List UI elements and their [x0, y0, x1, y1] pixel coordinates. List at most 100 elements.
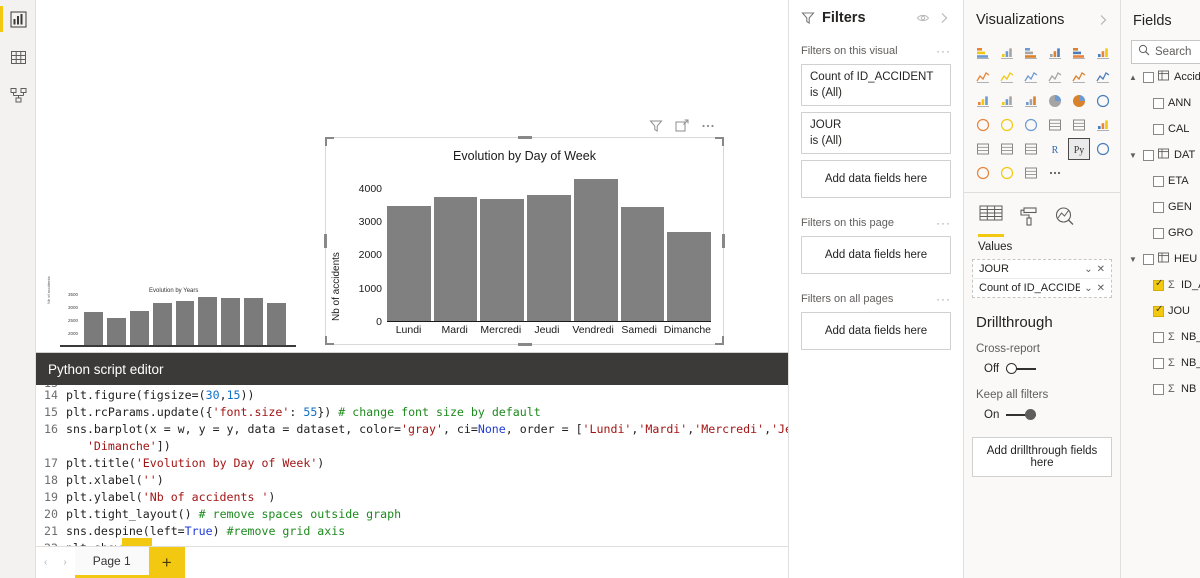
treemap-icon[interactable] [1092, 90, 1114, 112]
filter-dropzone[interactable]: Add data fields here [801, 312, 951, 350]
field-row[interactable]: ▼HEU [1121, 246, 1200, 272]
field-checkbox[interactable] [1153, 384, 1164, 395]
field-checkbox[interactable] [1153, 98, 1164, 109]
matrix-icon[interactable] [1020, 138, 1042, 160]
filter-dropzone[interactable]: Add data fields here [801, 160, 951, 198]
tab-values[interactable] [978, 203, 1004, 237]
resize-handle-left[interactable] [324, 234, 327, 248]
field-checkbox[interactable] [1153, 176, 1164, 187]
stacked-bar-chart-icon[interactable] [972, 42, 994, 64]
field-row[interactable]: ▼CAL [1121, 116, 1200, 142]
bar-samedi[interactable] [621, 207, 665, 321]
bar-vendredi[interactable] [574, 179, 618, 321]
gauge-icon[interactable] [1020, 114, 1042, 136]
chevron-down-icon[interactable]: ⌄ [1084, 264, 1092, 275]
expand-pane-icon[interactable] [1096, 13, 1110, 27]
prev-page-arrow[interactable]: ‹ [40, 557, 51, 568]
stacked-column-chart-icon[interactable] [996, 42, 1018, 64]
stacked-area-chart-icon[interactable] [1020, 66, 1042, 88]
python-visual-container[interactable]: Evolution by Day of Week Nb of accidents… [325, 137, 724, 345]
resize-handle-bottom-left[interactable] [325, 336, 334, 345]
bar-mercredi[interactable] [480, 199, 524, 322]
line-stacked-column-chart-icon[interactable] [1044, 66, 1066, 88]
scatter-chart-icon[interactable] [1020, 90, 1042, 112]
clustered-bar-chart-icon[interactable] [1020, 42, 1042, 64]
tab-format[interactable] [1018, 206, 1040, 237]
remove-field-icon[interactable]: ✕ [1097, 283, 1105, 294]
field-checkbox[interactable] [1143, 254, 1154, 265]
values-well-field[interactable]: Count of ID_ACCIDENT⌄✕ [973, 279, 1111, 297]
line-clustered-column-chart-icon[interactable] [1068, 66, 1090, 88]
field-checkbox[interactable] [1153, 358, 1164, 369]
chevron-down-icon[interactable]: ⌄ [1084, 283, 1092, 294]
field-row[interactable]: ▼DAT [1121, 142, 1200, 168]
chevron-down-icon[interactable]: ▼ [1129, 151, 1139, 160]
multi-row-card-icon[interactable] [1068, 114, 1090, 136]
resize-handle-top[interactable] [518, 136, 532, 139]
paginated-report-icon[interactable] [1020, 162, 1042, 184]
field-row[interactable]: ▼JOU [1121, 298, 1200, 324]
field-row[interactable]: ▼GEN [1121, 194, 1200, 220]
100-stacked-column-chart-icon[interactable] [1092, 42, 1114, 64]
field-checkbox[interactable] [1143, 150, 1154, 161]
field-checkbox[interactable] [1153, 228, 1164, 239]
ribbon-chart-icon[interactable] [1092, 66, 1114, 88]
bar-mardi[interactable] [434, 197, 478, 321]
filter-icon[interactable] [648, 118, 664, 134]
tab-analytics[interactable] [1054, 206, 1076, 237]
field-row[interactable]: ▼ΣNB_ [1121, 350, 1200, 376]
field-row[interactable]: ▼GRO [1121, 220, 1200, 246]
search-input[interactable]: Search [1131, 40, 1200, 64]
field-row[interactable]: ▼ΣID_A [1121, 272, 1200, 298]
values-well-field[interactable]: JOUR⌄✕ [973, 260, 1111, 279]
r-script-visual-icon[interactable]: R [1044, 138, 1066, 160]
field-checkbox[interactable] [1143, 72, 1154, 83]
key-influencers-icon[interactable] [1092, 138, 1114, 160]
field-row[interactable]: ▼ΣNB [1121, 376, 1200, 402]
filter-card[interactable]: Count of ID_ACCIDENTis (All) [801, 64, 951, 106]
field-row[interactable]: ▼ANN [1121, 90, 1200, 116]
resize-handle-bottom[interactable] [518, 343, 532, 346]
line-chart-icon[interactable] [972, 66, 994, 88]
hide-pane-icon[interactable] [916, 11, 930, 25]
field-checkbox[interactable] [1153, 124, 1164, 135]
more-options-icon[interactable]: ··· [936, 216, 951, 230]
field-checkbox[interactable] [1153, 306, 1164, 317]
waterfall-chart-icon[interactable] [972, 90, 994, 112]
remove-field-icon[interactable]: ✕ [1097, 264, 1105, 275]
next-page-arrow[interactable]: › [59, 557, 70, 568]
more-options-icon[interactable]: ··· [936, 44, 951, 58]
slicer-icon[interactable] [972, 138, 994, 160]
100-stacked-bar-chart-icon[interactable] [1068, 42, 1090, 64]
nav-item-model-view[interactable] [0, 76, 36, 114]
arcgis-maps-icon[interactable] [996, 162, 1018, 184]
bar-jeudi[interactable] [527, 195, 571, 321]
add-page-button[interactable]: + [149, 547, 185, 578]
bar-dimanche[interactable] [667, 232, 711, 321]
resize-handle-bottom-right[interactable] [715, 336, 724, 345]
bar-lundi[interactable] [387, 206, 431, 321]
field-checkbox[interactable] [1153, 202, 1164, 213]
values-field-well[interactable]: JOUR⌄✕Count of ID_ACCIDENT⌄✕ [972, 259, 1112, 298]
drillthrough-dropzone[interactable]: Add drillthrough fields here [972, 437, 1112, 477]
field-row[interactable]: ▼ΣNB_ [1121, 324, 1200, 350]
more-options-icon[interactable]: ··· [936, 292, 951, 306]
filled-map-icon[interactable] [996, 114, 1018, 136]
more-options-icon[interactable] [700, 118, 716, 134]
table-icon[interactable] [996, 138, 1018, 160]
cross-report-toggle[interactable] [1006, 363, 1036, 375]
field-row[interactable]: ▼ETA [1121, 168, 1200, 194]
pie-chart-icon[interactable] [1044, 90, 1066, 112]
card-icon[interactable] [1044, 114, 1066, 136]
kpi-icon[interactable] [1092, 114, 1114, 136]
nav-item-report-view[interactable] [0, 0, 36, 38]
more-visuals-icon[interactable] [1044, 162, 1066, 184]
focus-mode-icon[interactable] [674, 118, 690, 134]
field-row[interactable]: ▲Accidents [1121, 64, 1200, 90]
filter-dropzone[interactable]: Add data fields here [801, 236, 951, 274]
donut-chart-icon[interactable] [1068, 90, 1090, 112]
map-icon[interactable] [972, 114, 994, 136]
funnel-icon[interactable] [996, 90, 1018, 112]
resize-handle-right[interactable] [722, 234, 725, 248]
keep-all-filters-toggle[interactable] [1006, 409, 1036, 421]
